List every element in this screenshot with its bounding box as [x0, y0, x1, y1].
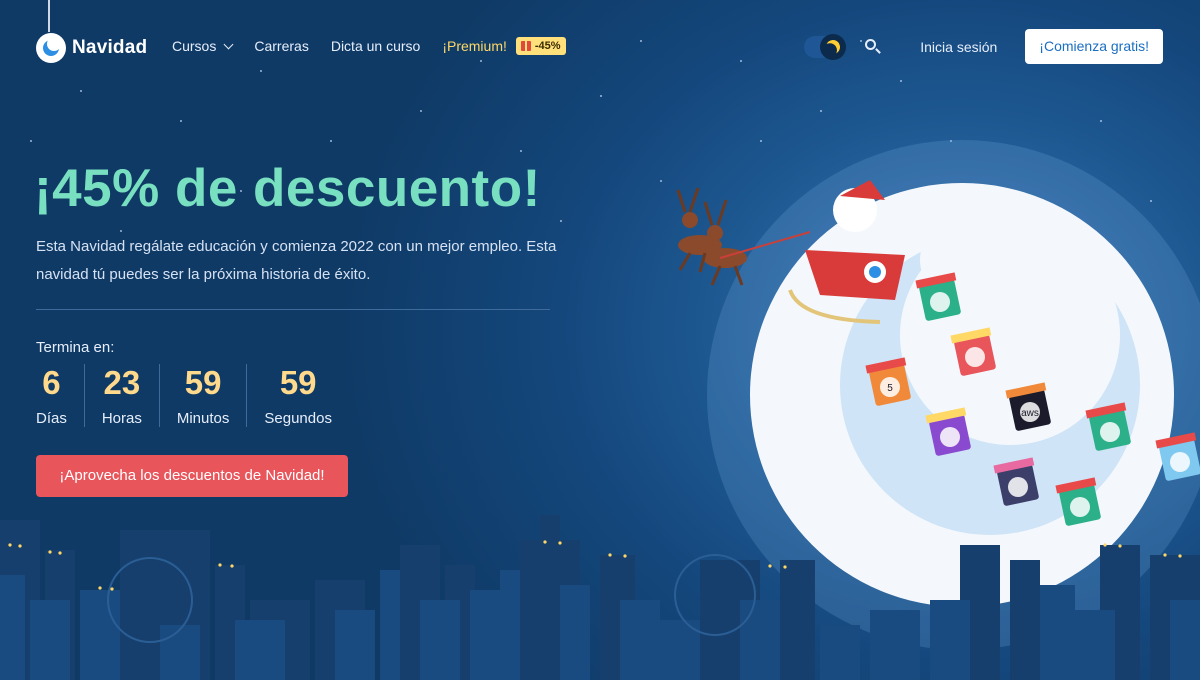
nav-item-premium[interactable]: ¡Premium!: [442, 38, 507, 54]
search-button[interactable]: [862, 36, 884, 58]
discount-badge[interactable]: -45%: [515, 37, 566, 55]
countdown-days: 6 Días: [36, 364, 84, 427]
main-nav: Cursos Carreras Dicta un curso ¡Premium!…: [172, 37, 566, 55]
countdown-unit-label: Segundos: [264, 410, 332, 427]
nav-item-label: Cursos: [172, 38, 217, 54]
toggle-knob: [820, 33, 847, 60]
discount-badge-label: -45%: [534, 40, 561, 52]
ornament-string: [48, 0, 50, 32]
search-icon: [865, 38, 877, 50]
nav-item-teach[interactable]: Dicta un curso: [331, 38, 420, 54]
gift-icon: [520, 41, 531, 51]
countdown-value: 59: [279, 364, 317, 401]
theme-toggle[interactable]: [804, 33, 847, 60]
christmas-discount-button[interactable]: ¡Aprovecha los descuentos de Navidad!: [36, 455, 348, 497]
countdown-value: 6: [42, 364, 61, 401]
countdown-label: Termina en:: [36, 339, 115, 356]
login-link[interactable]: Inicia sesión: [920, 39, 997, 55]
countdown-unit-label: Horas: [101, 410, 142, 427]
landing-page: 5 aws Navidad Cursos Carreras Dicta un cu…: [0, 0, 1200, 680]
logo[interactable]: Navidad: [36, 33, 147, 63]
site-header: Navidad Cursos Carreras Dicta un curso ¡…: [0, 0, 1200, 90]
nav-item-careers[interactable]: Carreras: [254, 38, 308, 54]
divider: [36, 309, 550, 310]
logo-text: Navidad: [72, 37, 148, 58]
countdown-minutes: 59 Minutos: [158, 364, 247, 427]
logo-icon: [36, 33, 66, 63]
countdown-value: 23: [103, 364, 141, 401]
hero-description: Esta Navidad regálate educación y comien…: [36, 238, 557, 283]
countdown-unit-label: Minutos: [176, 410, 230, 427]
moon-icon: [824, 38, 842, 56]
countdown-value: 59: [184, 364, 222, 401]
countdown-timer: 6 Días 23 Horas 59 Minutos 59 Segundos: [36, 364, 349, 427]
countdown-unit-label: Días: [36, 410, 67, 427]
countdown-seconds: 59 Segundos: [246, 364, 349, 427]
nav-item-label: Carreras: [254, 38, 309, 54]
nav-item-label: Dicta un curso: [330, 38, 421, 54]
starfield: [0, 0, 1200, 680]
nav-item-courses[interactable]: Cursos: [172, 38, 234, 54]
chevron-down-icon: [223, 39, 234, 49]
countdown-hours: 23 Horas: [83, 364, 159, 427]
start-free-button[interactable]: ¡Comienza gratis!: [1025, 29, 1163, 64]
header-actions: Inicia sesión ¡Comienza gratis!: [804, 29, 1163, 64]
hero-title: ¡45% de descuento!: [34, 159, 541, 218]
